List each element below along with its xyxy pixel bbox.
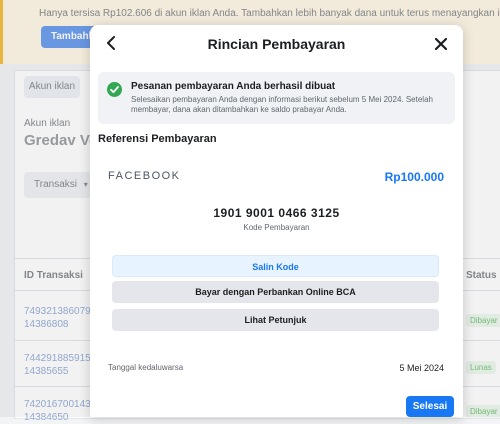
close-icon [434,37,448,51]
success-title: Pesanan pembayaran Anda berhasil dibuat [131,81,336,92]
merchant-name: FACEBOOK [108,170,181,182]
payment-code-label: Kode Pembayaran [243,223,310,232]
expiry-date: 5 Mei 2024 [399,363,444,373]
payment-details-modal: Rincian Pembayaran Pesanan pembayaran An… [90,25,463,417]
success-notice: Pesanan pembayaran Anda berhasil dibuat … [98,72,455,124]
payment-code: 1901 9001 0466 3125 [213,206,340,220]
payment-reference-heading: Referensi Pembayaran [98,133,217,145]
done-button[interactable]: Selesai [406,396,454,417]
close-button[interactable] [432,35,450,53]
copy-code-button[interactable]: Salin Kode [112,255,439,277]
expiry-label: Tanggal kedaluwarsa [108,363,184,372]
check-circle-icon [107,82,122,97]
payment-amount: Rp100.000 [384,170,444,184]
success-description: Selesaikan pembayaran Anda dengan inform… [131,95,433,114]
modal-title: Rincian Pembayaran [207,36,346,52]
pay-bca-online-button[interactable]: Bayar dengan Perbankan Online BCA [112,281,439,303]
view-instructions-button[interactable]: Lihat Petunjuk [112,309,439,331]
